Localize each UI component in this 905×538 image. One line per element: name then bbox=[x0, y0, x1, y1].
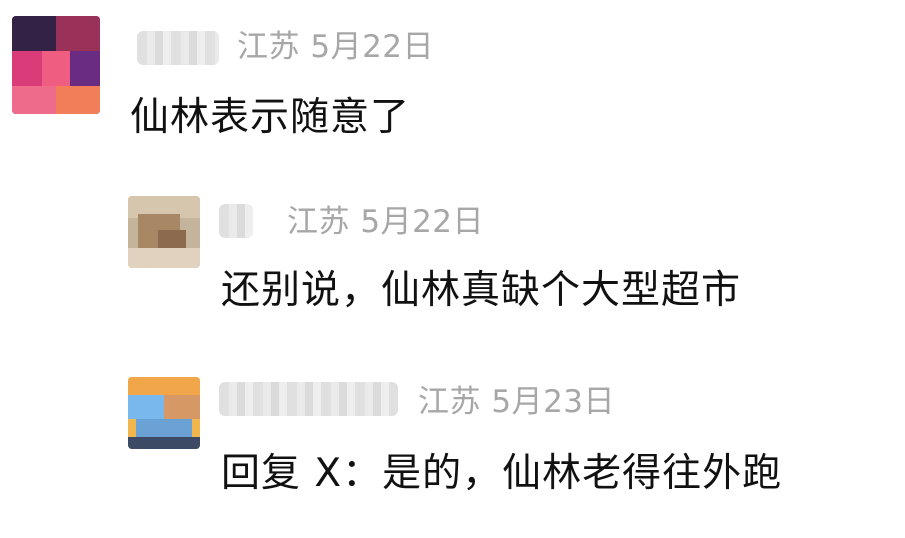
location-text: 江苏 bbox=[287, 204, 350, 240]
username-blurred[interactable] bbox=[137, 31, 219, 65]
avatar[interactable] bbox=[12, 16, 100, 114]
date-text: 5月22日 bbox=[360, 204, 485, 240]
comment-text: 回复 X：是的，仙林老得往外跑 bbox=[221, 451, 783, 496]
username-blurred[interactable] bbox=[219, 382, 398, 416]
comment-text: 仙林表示随意了 bbox=[130, 95, 411, 140]
location-text: 江苏 bbox=[237, 29, 300, 65]
location-text: 江苏 bbox=[418, 384, 481, 420]
avatar[interactable] bbox=[128, 377, 200, 449]
comment-meta: 江苏 5月23日 bbox=[418, 383, 615, 421]
comment-thread: { "comments": [ { "location": "江苏", "dat… bbox=[0, 0, 905, 538]
comment-meta: 江苏 5月22日 bbox=[287, 203, 484, 241]
username-blurred[interactable] bbox=[219, 204, 253, 238]
avatar[interactable] bbox=[128, 196, 200, 268]
date-text: 5月22日 bbox=[310, 29, 435, 65]
date-text: 5月23日 bbox=[491, 384, 616, 420]
comment-text: 还别说，仙林真缺个大型超市 bbox=[221, 268, 742, 313]
comment-meta: 江苏 5月22日 bbox=[237, 28, 434, 66]
